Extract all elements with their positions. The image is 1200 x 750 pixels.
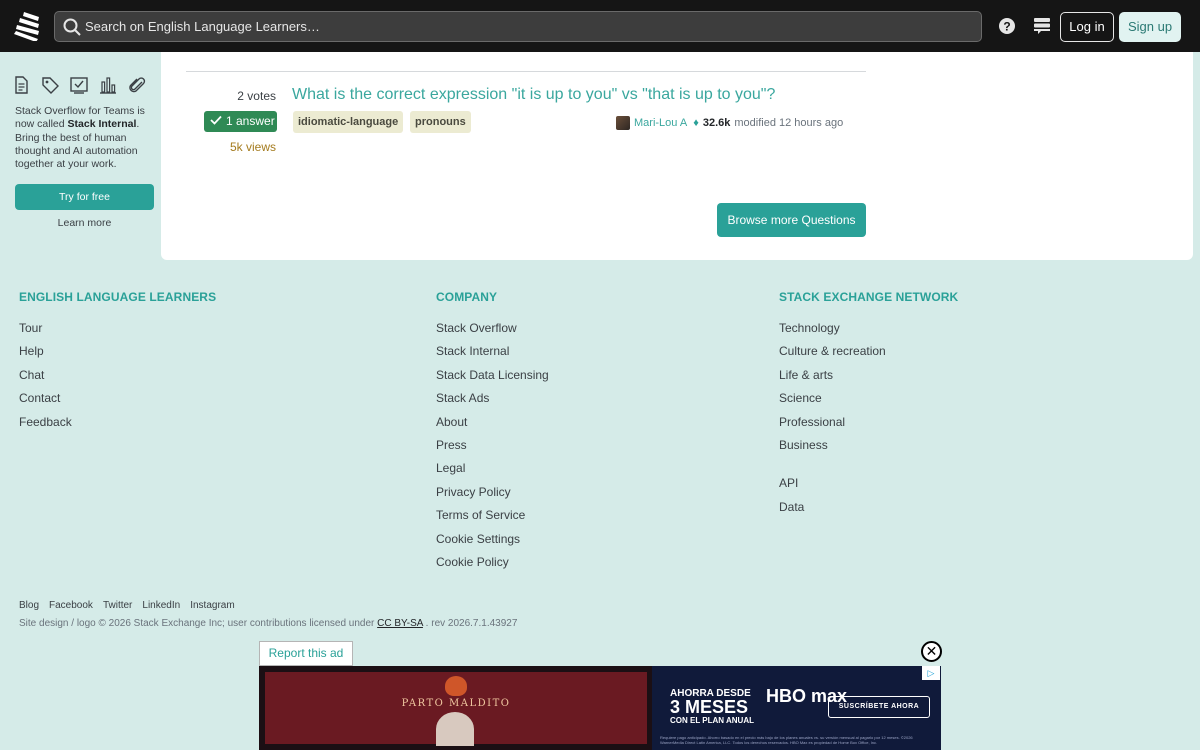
question-user-card: Mari-Lou A ♦ 32.6k modified 12 hours ago [616,116,843,130]
footer-link-legal[interactable]: Legal [436,461,549,484]
footer-link-api[interactable]: API [779,476,886,499]
main-content-panel [161,52,1193,260]
advertisement-banner[interactable]: PARTO MALDITO AHORRA DESDE 3 MESES CON E… [259,666,941,750]
footer-link-tour[interactable]: Tour [19,321,72,344]
modified-time-link[interactable]: modified 12 hours ago [734,117,843,129]
login-button[interactable]: Log in [1060,12,1114,42]
footer-heading-company[interactable]: COMPANY [436,290,497,304]
learn-more-link[interactable]: Learn more [15,217,154,229]
answer-count-badge: 1 answer [204,111,277,132]
ad-subscribe-button[interactable]: SUSCRÍBETE AHORA [828,696,930,718]
footer-heading-network[interactable]: STACK EXCHANGE NETWORK [779,290,958,304]
user-name-link[interactable]: Mari-Lou A [634,117,687,129]
social-link-linkedin[interactable]: LinkedIn [142,600,180,611]
avatar[interactable] [616,116,630,130]
ad-flame-shape [445,676,467,696]
divider [186,71,866,72]
moderator-diamond-icon: ♦ [693,117,699,129]
social-link-facebook[interactable]: Facebook [49,600,93,611]
tag-icon[interactable] [41,76,59,94]
ad-film-title: PARTO MALDITO [401,698,511,709]
view-count: 5k views [229,140,276,154]
search-icon [63,18,81,41]
footer-link-stack-overflow[interactable]: Stack Overflow [436,321,549,344]
ad-fine-print: Requiere pago anticipado. Ahorro basado … [660,735,913,745]
sidebar-icon-row [12,76,146,94]
vote-count: 2 votes [237,89,276,103]
teams-notice: Stack Overflow for Teams is now called S… [15,105,145,171]
footer-spacer [779,461,886,476]
footer-link-privacy-policy[interactable]: Privacy Policy [436,485,549,508]
footer-link-business[interactable]: Business [779,438,886,461]
ad-promo-line-2: 3 MESES [670,697,749,717]
footer-column-network: Technology Culture & recreation Life & a… [779,321,886,523]
footer-link-cookie-policy[interactable]: Cookie Policy [436,555,549,578]
question-title-link[interactable]: What is the correct expression "it is up… [292,86,775,104]
footer-link-stack-internal[interactable]: Stack Internal [436,344,549,367]
footer-link-data-licensing[interactable]: Stack Data Licensing [436,368,549,391]
license-link[interactable]: CC BY-SA [377,618,423,629]
footer-link-life-arts[interactable]: Life & arts [779,368,886,391]
footer-link-chat[interactable]: Chat [19,368,72,391]
footer-heading-site[interactable]: ENGLISH LANGUAGE LEARNERS [19,290,216,304]
footer-column-company: Stack Overflow Stack Internal Stack Data… [436,321,549,578]
footer-link-stack-ads[interactable]: Stack Ads [436,391,549,414]
social-link-blog[interactable]: Blog [19,600,39,611]
report-ad-button[interactable]: Report this ad [259,641,353,666]
stack-exchange-logo-icon[interactable] [14,11,40,42]
close-ad-icon[interactable]: ✕ [921,641,942,662]
search-input[interactable] [85,12,965,41]
tag-idiomatic-language[interactable]: idiomatic-language [293,111,404,133]
search-box[interactable] [54,11,982,42]
document-icon[interactable] [12,76,30,94]
footer-link-contact[interactable]: Contact [19,391,72,414]
footer-column-site: Tour Help Chat Contact Feedback [19,321,72,438]
footer-link-press[interactable]: Press [436,438,549,461]
footer-link-help[interactable]: Help [19,344,72,367]
svg-text:?: ? [1003,20,1010,34]
ad-face-shape [436,712,474,746]
checkmark-icon [210,111,222,132]
ad-promo-panel: AHORRA DESDE 3 MESES CON EL PLAN ANUAL H… [652,666,941,750]
social-link-instagram[interactable]: Instagram [190,600,234,611]
footer-link-about[interactable]: About [436,415,549,438]
site-switcher-icon[interactable] [1033,17,1051,40]
top-bar: ? Log in Sign up [0,0,1200,52]
footer-link-culture-recreation[interactable]: Culture & recreation [779,344,886,367]
footer-link-professional[interactable]: Professional [779,415,886,438]
ad-film-image: PARTO MALDITO [265,672,647,746]
footer-link-technology[interactable]: Technology [779,321,886,344]
chart-icon[interactable] [99,76,117,94]
signup-button[interactable]: Sign up [1119,12,1181,42]
footer-link-science[interactable]: Science [779,391,886,414]
footer-link-terms-of-service[interactable]: Terms of Service [436,508,549,531]
help-icon[interactable]: ? [998,17,1016,40]
footer-link-data[interactable]: Data [779,500,886,523]
tag-pronouns[interactable]: pronouns [410,111,471,133]
review-icon[interactable] [70,76,88,94]
ad-choices-icon[interactable]: ▷ [922,666,940,680]
user-reputation: 32.6k [702,117,731,129]
browse-more-questions-button[interactable]: Browse more Questions [717,203,866,237]
social-links: Blog Facebook Twitter LinkedIn Instagram [19,600,235,611]
footer-link-feedback[interactable]: Feedback [19,415,72,438]
ad-promo-line-3: CON EL PLAN ANUAL [670,716,754,725]
try-for-free-button[interactable]: Try for free [15,184,154,210]
copyright-notice: Site design / logo © 2026 Stack Exchange… [19,618,518,629]
footer-link-cookie-settings[interactable]: Cookie Settings [436,532,549,555]
paperclip-icon[interactable] [128,76,146,94]
social-link-twitter[interactable]: Twitter [103,600,132,611]
